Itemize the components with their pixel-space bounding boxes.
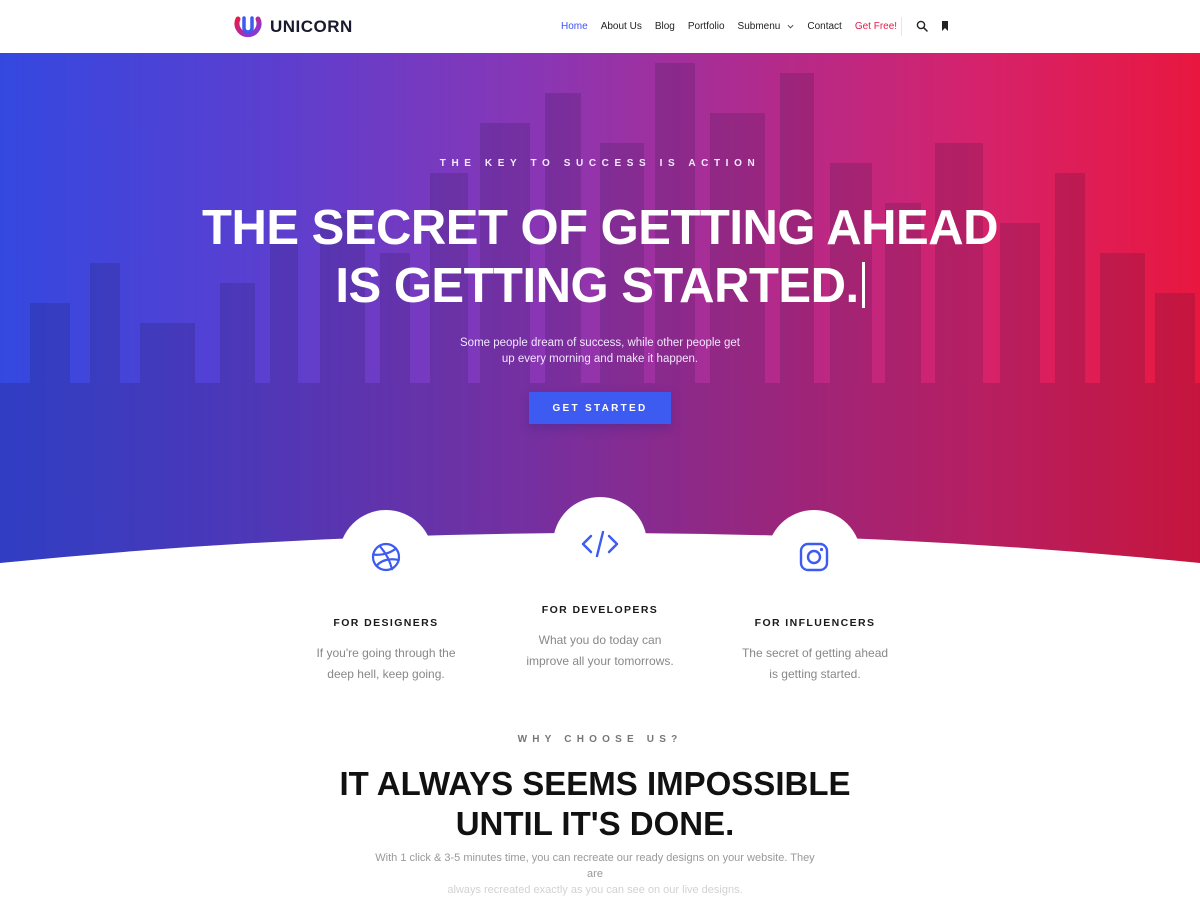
typing-cursor — [861, 262, 865, 308]
feature-designers-icon-circle — [339, 510, 433, 604]
hero-subtitle-line-2: up every morning and make it happen. — [501, 353, 699, 365]
hero-title: THE SECRET OF GETTING AHEAD IS GETTING S… — [0, 199, 1200, 315]
feature-text-line-1: If you're going through the — [316, 646, 456, 660]
get-started-button[interactable]: GET STARTED — [529, 392, 671, 424]
unicorn-logo-icon — [234, 13, 262, 41]
site-header: UNICORN Home About Us Blog Portfolio Sub… — [0, 0, 1200, 53]
feature-influencers-icon-circle — [767, 510, 861, 604]
feature-title: FOR DESIGNERS — [333, 617, 439, 629]
code-icon — [581, 530, 619, 558]
hero-title-line-1: THE SECRET OF GETTING AHEAD — [202, 201, 998, 255]
dribbble-icon — [371, 542, 401, 572]
hero-subtitle: Some people dream of success, while othe… — [450, 335, 750, 367]
feature-influencers: FOR INFLUENCERS The secret of getting ah… — [715, 617, 915, 685]
why-title-line-1: IT ALWAYS SEEMS IMPOSSIBLE — [339, 765, 851, 802]
feature-text: If you're going through the deep hell, k… — [286, 643, 486, 685]
why-title-line-2: UNTIL IT'S DONE. — [455, 805, 735, 842]
nav-item-blog[interactable]: Blog — [655, 21, 675, 32]
why-choose-title: IT ALWAYS SEEMS IMPOSSIBLE UNTIL IT'S DO… — [0, 764, 1190, 844]
feature-developers: FOR DEVELOPERS What you do today can imp… — [500, 604, 700, 672]
nav-item-about-us[interactable]: About Us — [601, 21, 642, 32]
why-choose-text: With 1 click & 3-5 minutes time, you can… — [370, 850, 820, 898]
nav-item-submenu-label: Submenu — [737, 21, 781, 32]
feature-title: FOR INFLUENCERS — [754, 617, 876, 629]
nav-divider — [901, 17, 902, 36]
feature-text-line-2: deep hell, keep going. — [327, 667, 445, 681]
why-choose-kicker: WHY CHOOSE US? — [517, 734, 683, 745]
hero-title-line-2: IS GETTING STARTED. — [335, 259, 859, 313]
feature-text: The secret of getting ahead is getting s… — [715, 643, 915, 685]
brand-logo[interactable]: UNICORN — [234, 13, 353, 41]
search-icon[interactable] — [915, 19, 929, 33]
feature-developers-icon-circle — [553, 497, 647, 591]
why-text-line-2: always recreated exactly as you can see … — [447, 884, 743, 896]
nav-item-home[interactable]: Home — [561, 21, 588, 32]
hero-section: THE KEY TO SUCCESS IS ACTION THE SECRET … — [0, 53, 1200, 563]
why-text-line-1: With 1 click & 3-5 minutes time, you can… — [375, 852, 815, 880]
nav-item-submenu[interactable]: Submenu — [738, 21, 795, 32]
feature-text: What you do today can improve all your t… — [500, 630, 700, 672]
feature-title: FOR DEVELOPERS — [541, 604, 659, 616]
feature-text-line-2: improve all your tomorrows. — [526, 654, 674, 668]
hero-subtitle-line-1: Some people dream of success, while othe… — [460, 337, 740, 349]
nav-item-contact[interactable]: Contact — [807, 21, 841, 32]
feature-text-line-1: The secret of getting ahead — [741, 646, 889, 660]
hero-kicker: THE KEY TO SUCCESS IS ACTION — [439, 158, 761, 169]
feature-text-line-2: is getting started. — [769, 667, 861, 681]
chevron-down-icon — [787, 24, 794, 29]
nav-item-get-free[interactable]: Get Free! — [855, 21, 897, 32]
instagram-icon — [799, 542, 829, 572]
bookmark-icon[interactable] — [938, 19, 952, 33]
feature-text-line-1: What you do today can — [538, 633, 662, 647]
nav-item-portfolio[interactable]: Portfolio — [688, 21, 725, 32]
main-nav: Home About Us Blog Portfolio Submenu Con… — [561, 0, 910, 53]
brand-name: UNICORN — [270, 17, 353, 36]
feature-designers: FOR DESIGNERS If you're going through th… — [286, 617, 486, 685]
